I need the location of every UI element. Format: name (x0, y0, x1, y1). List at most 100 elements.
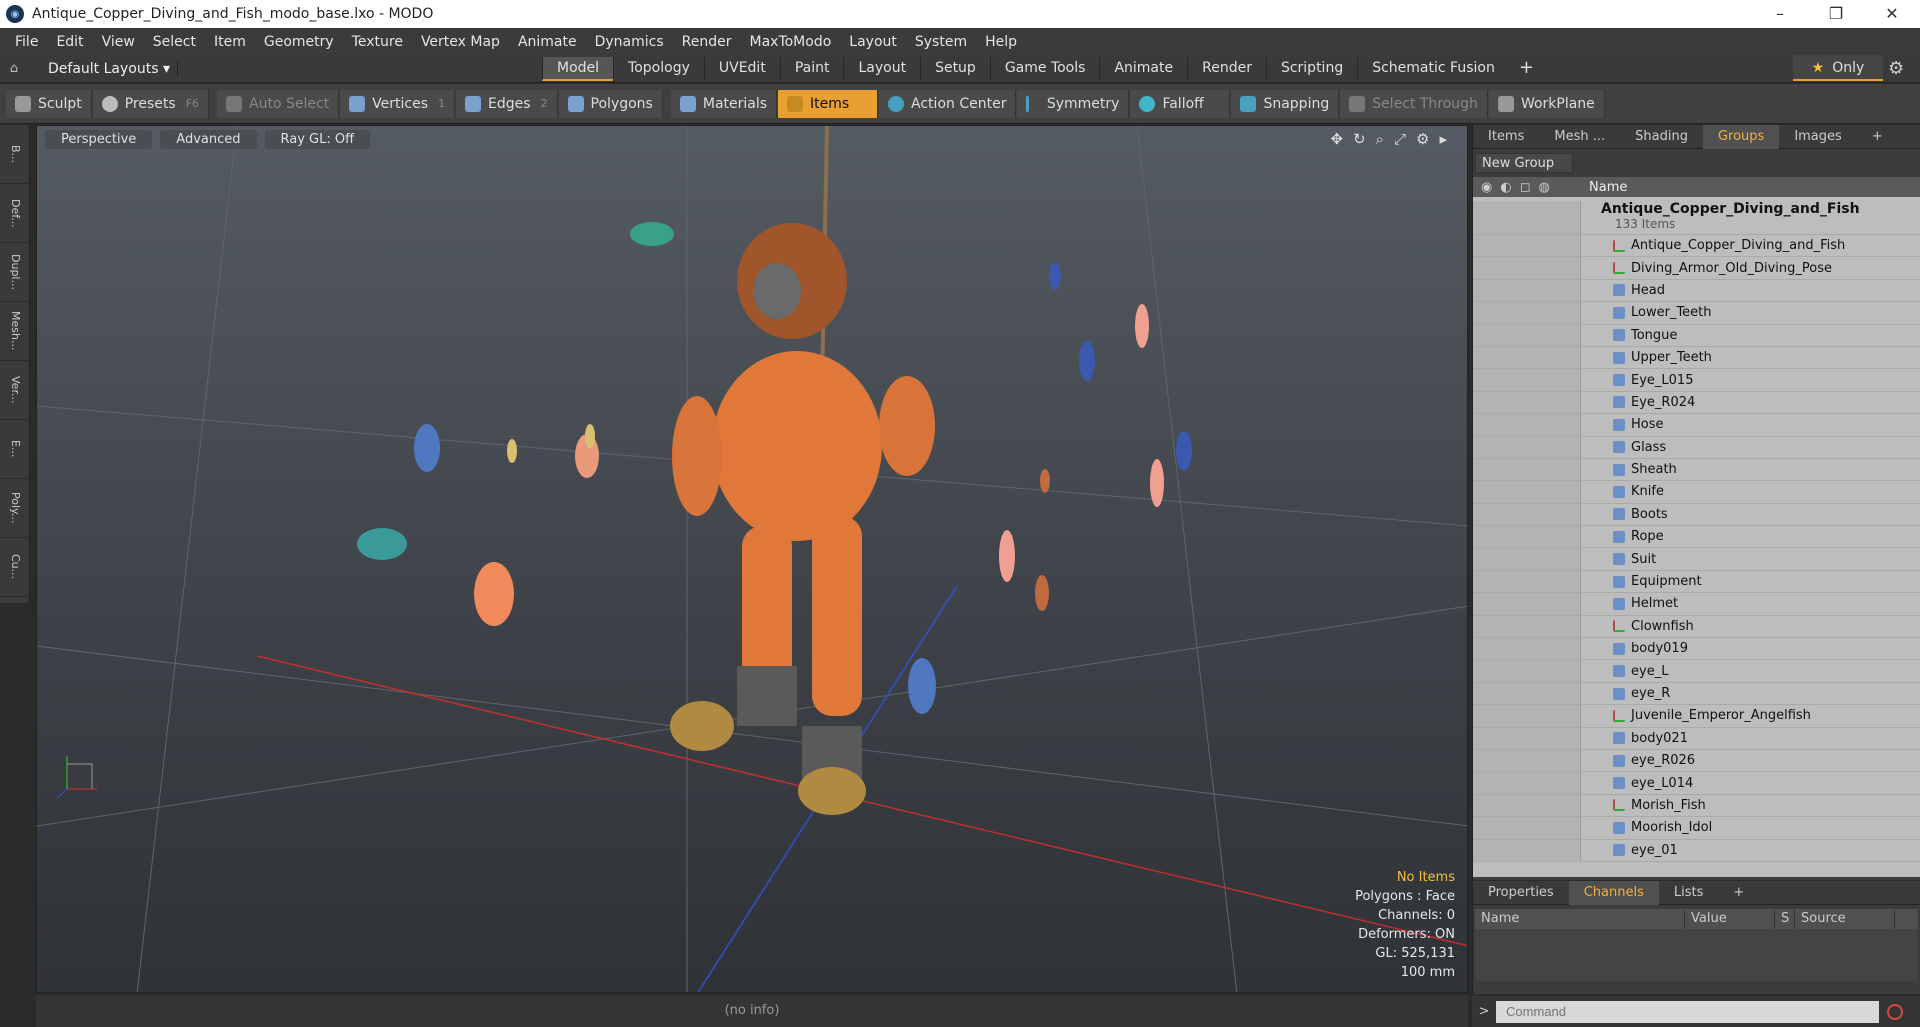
menu-system[interactable]: System (906, 34, 976, 50)
visibility-toggle[interactable] (1473, 201, 1581, 234)
visibility-toggle[interactable] (1473, 257, 1581, 279)
action-center-button[interactable]: Action Center (879, 89, 1017, 118)
visibility-toggle[interactable] (1473, 839, 1581, 861)
list-item[interactable]: Rope (1473, 526, 1920, 549)
only-button[interactable]: ★ Only (1793, 55, 1883, 81)
tab-images[interactable]: Images (1779, 129, 1857, 144)
maximize-view-icon[interactable]: ⤢ (1394, 130, 1406, 148)
edges-button[interactable]: Edges 2 (456, 89, 558, 118)
tab-paint[interactable]: Paint (779, 56, 844, 81)
visibility-toggle[interactable] (1473, 324, 1581, 346)
visibility-toggle[interactable] (1473, 548, 1581, 570)
default-layouts-dropdown[interactable]: Default Layouts ▾ (28, 60, 178, 77)
tab-mesh[interactable]: Mesh ... (1539, 129, 1620, 144)
menu-render[interactable]: Render (673, 34, 741, 50)
add-tab-icon[interactable]: + (1509, 57, 1544, 81)
tab-setup[interactable]: Setup (920, 56, 990, 81)
list-item[interactable]: Juvenile_Emperor_Angelfish (1473, 705, 1920, 728)
left-tool-2[interactable]: Dupl... (0, 243, 30, 302)
select-col-icon[interactable]: ◍ (1538, 180, 1549, 195)
left-tool-6[interactable]: Poly... (0, 479, 30, 538)
visibility-toggle[interactable] (1473, 369, 1581, 391)
polygons-button[interactable]: Polygons (558, 89, 663, 118)
auto-select-button[interactable]: Auto Select (217, 89, 340, 118)
list-item[interactable]: Sheath (1473, 458, 1920, 482)
vertices-button[interactable]: Vertices 1 (340, 89, 456, 118)
visibility-toggle[interactable] (1473, 481, 1581, 503)
visibility-toggle[interactable] (1473, 279, 1581, 302)
visibility-toggle[interactable] (1473, 682, 1581, 705)
list-item[interactable]: Clownfish (1473, 615, 1920, 639)
move-view-icon[interactable]: ✥ (1330, 130, 1343, 148)
tab-animate[interactable]: Animate (1099, 56, 1187, 81)
list-item[interactable]: Suit (1473, 548, 1920, 571)
minimize-icon[interactable]: – (1752, 0, 1808, 28)
command-input[interactable] (1496, 1000, 1879, 1023)
menu-layout[interactable]: Layout (840, 34, 906, 50)
list-item[interactable]: Diving_Armor_Old_Diving_Pose (1473, 257, 1920, 280)
symmetry-button[interactable]: Symmetry (1017, 89, 1130, 118)
visibility-toggle[interactable] (1473, 346, 1581, 369)
list-item[interactable]: eye_01 (1473, 839, 1920, 862)
rotate-view-icon[interactable]: ↻ (1353, 130, 1366, 148)
tab-scripting[interactable]: Scripting (1265, 56, 1357, 81)
visibility-toggle[interactable] (1473, 660, 1581, 682)
list-item[interactable]: Glass (1473, 436, 1920, 459)
list-item[interactable]: eye_R (1473, 682, 1920, 706)
col-value[interactable]: Value (1685, 909, 1775, 929)
visibility-toggle[interactable] (1473, 794, 1581, 817)
visibility-toggle[interactable] (1473, 638, 1581, 660)
list-item[interactable]: Boots (1473, 503, 1920, 527)
menu-select[interactable]: Select (144, 34, 205, 50)
restore-icon[interactable]: ❐ (1808, 0, 1864, 28)
visibility-col-icon[interactable]: ◉ (1481, 180, 1492, 195)
list-item[interactable]: Eye_L015 (1473, 369, 1920, 392)
list-item[interactable]: Equipment (1473, 570, 1920, 594)
visibility-toggle[interactable] (1473, 302, 1581, 324)
items-button[interactable]: Items (778, 89, 879, 118)
falloff-button[interactable]: Falloff (1130, 89, 1231, 118)
visibility-toggle[interactable] (1473, 705, 1581, 727)
tab-model[interactable]: Model (542, 56, 614, 81)
visibility-toggle[interactable] (1473, 772, 1581, 794)
menu-vertex-map[interactable]: Vertex Map (412, 34, 509, 50)
visibility-toggle[interactable] (1473, 436, 1581, 458)
list-item[interactable]: Antique_Copper_Diving_and_Fish (1473, 235, 1920, 258)
visibility-toggle[interactable] (1473, 391, 1581, 414)
tab-uvedit[interactable]: UVEdit (703, 56, 780, 81)
col-source[interactable]: Source (1795, 909, 1895, 929)
visibility-toggle[interactable] (1473, 593, 1581, 615)
list-item[interactable]: Hose (1473, 414, 1920, 437)
record-icon[interactable] (1887, 1003, 1903, 1020)
list-item[interactable]: eye_L014 (1473, 772, 1920, 795)
presets-button[interactable]: Presets F6 (92, 89, 210, 118)
menu-item[interactable]: Item (205, 34, 255, 50)
tab-shading[interactable]: Shading (1620, 129, 1703, 144)
list-item[interactable]: eye_L (1473, 660, 1920, 683)
left-tool-7[interactable]: Cu... (0, 538, 30, 597)
menu-help[interactable]: Help (976, 34, 1026, 50)
menu-dynamics[interactable]: Dynamics (586, 34, 673, 50)
visibility-toggle[interactable] (1473, 526, 1581, 548)
tab-items[interactable]: Items (1473, 129, 1539, 144)
tab-game-tools[interactable]: Game Tools (989, 56, 1100, 81)
menu-texture[interactable]: Texture (343, 34, 412, 50)
menu-edit[interactable]: Edit (47, 34, 92, 50)
tab-properties[interactable]: Properties (1473, 885, 1569, 900)
tab-topology[interactable]: Topology (613, 56, 704, 81)
tab-render[interactable]: Render (1187, 56, 1266, 81)
visibility-toggle[interactable] (1473, 727, 1581, 749)
menu-geometry[interactable]: Geometry (255, 34, 343, 50)
name-column-header[interactable]: Name (1581, 180, 1627, 195)
workplane-button[interactable]: WorkPlane (1488, 89, 1605, 118)
list-item[interactable]: Lower_Teeth (1473, 302, 1920, 325)
list-item[interactable]: Moorish_Idol (1473, 817, 1920, 840)
visibility-toggle[interactable] (1473, 503, 1581, 526)
menu-maxtomodo[interactable]: MaxToModo (741, 34, 841, 50)
menu-animate[interactable]: Animate (509, 34, 586, 50)
left-tool-4[interactable]: Ver... (0, 361, 30, 420)
materials-button[interactable]: Materials (670, 89, 778, 118)
zoom-view-icon[interactable]: ⌕ (1376, 130, 1384, 148)
menu-view[interactable]: View (93, 34, 144, 50)
raygl-tab[interactable]: Ray GL: Off (264, 130, 371, 149)
